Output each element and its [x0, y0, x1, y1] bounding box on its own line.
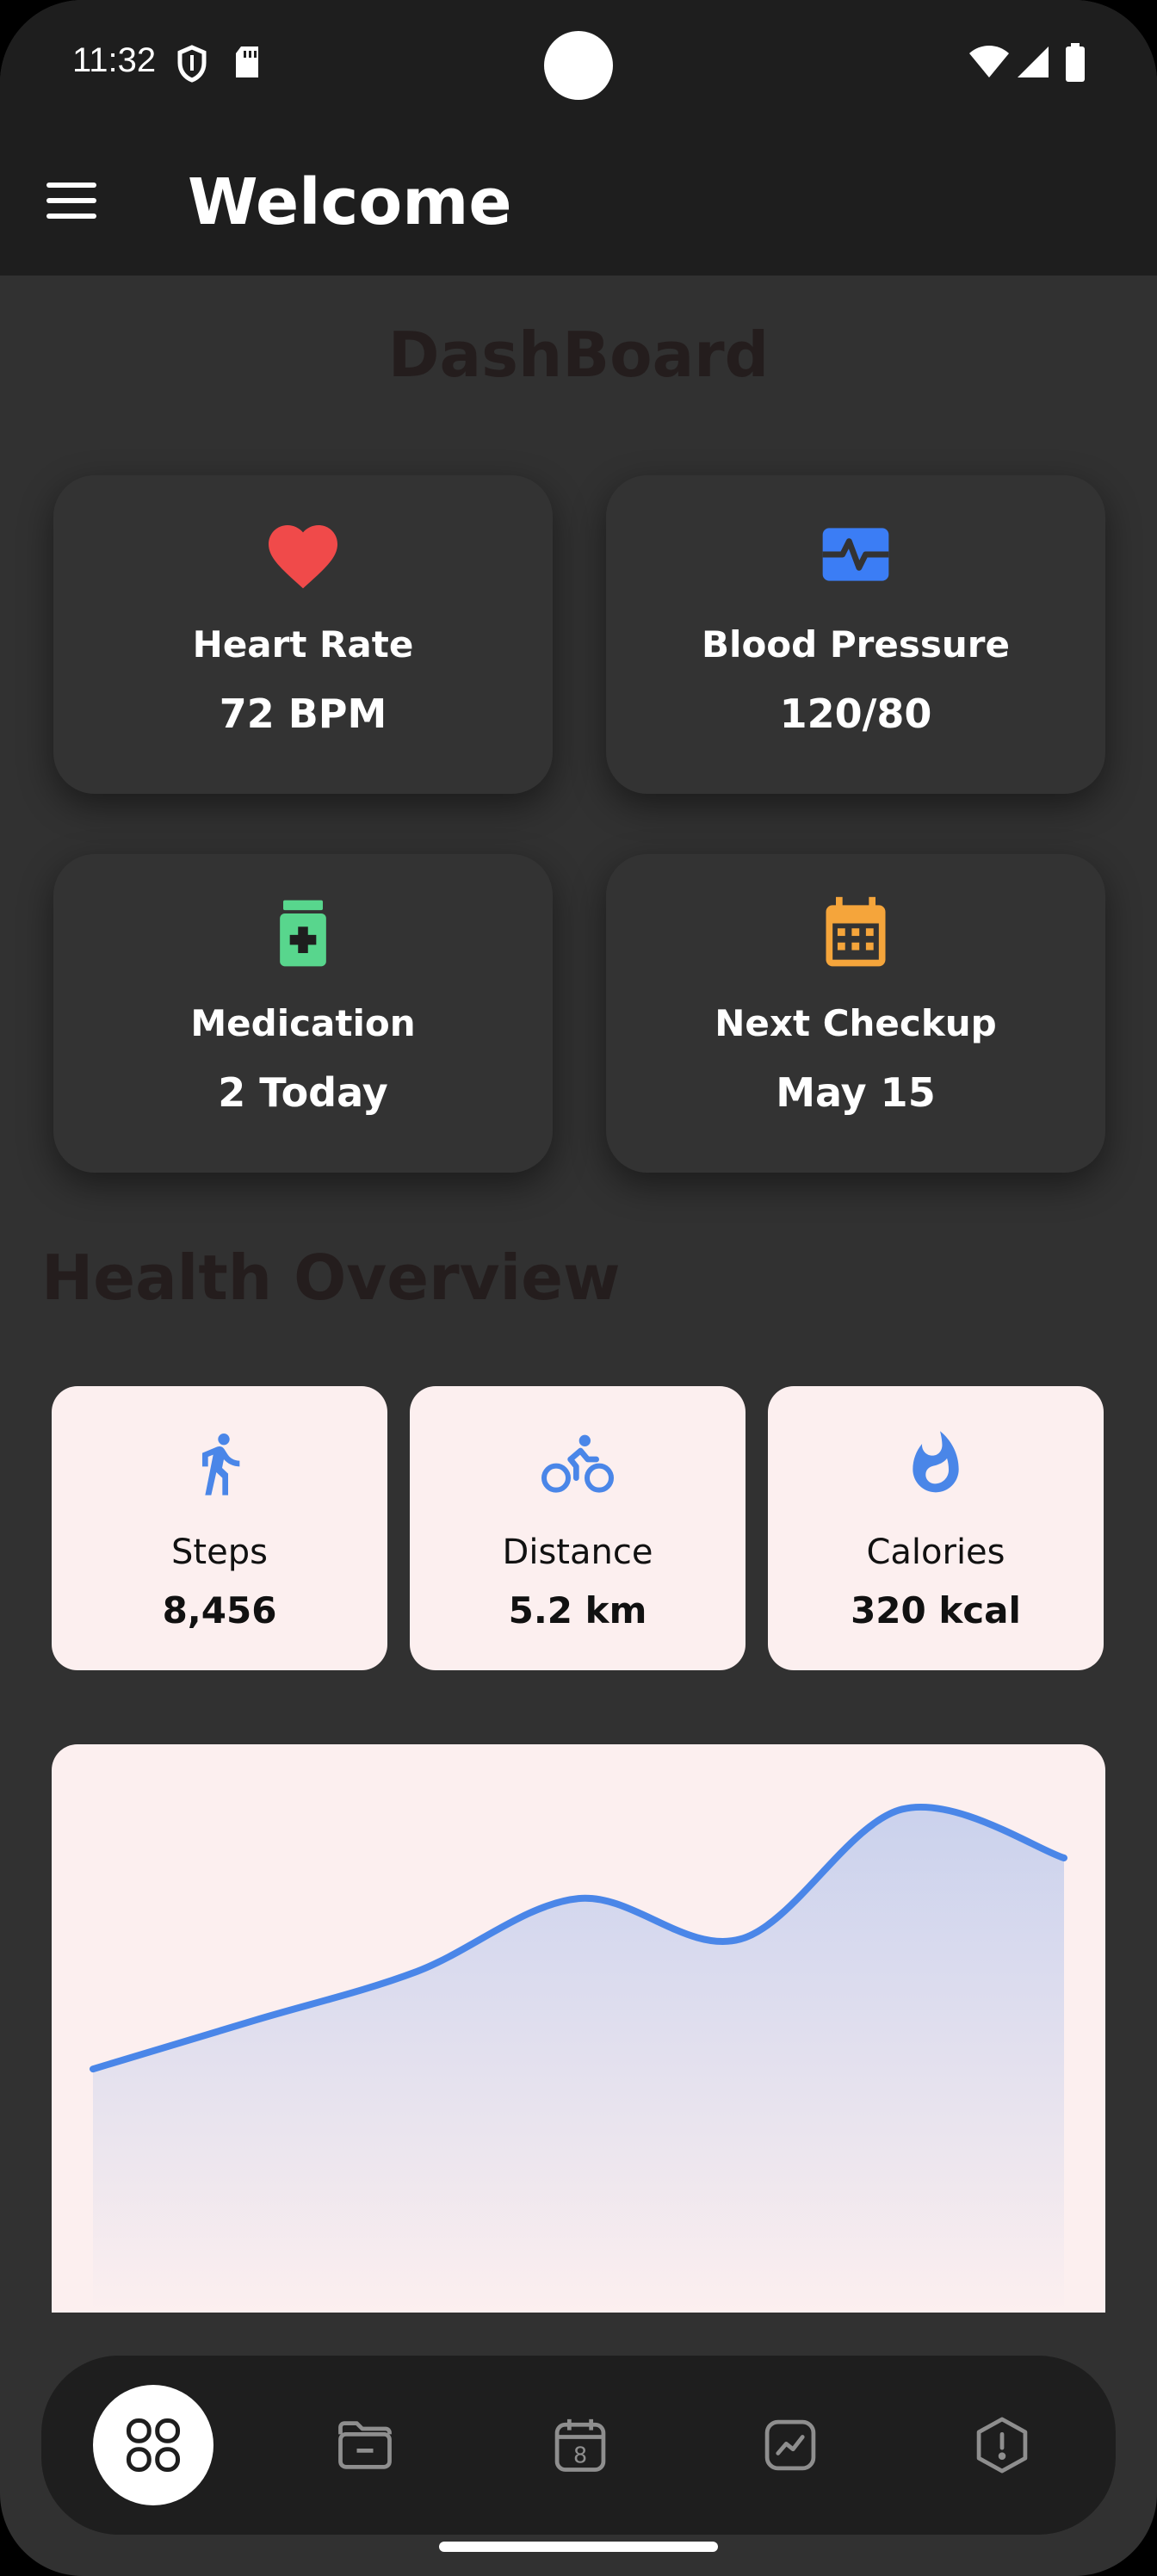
nav-records[interactable] — [305, 2385, 425, 2505]
battery-icon — [1066, 43, 1085, 82]
blood-pressure-card[interactable]: Blood Pressure 120/80 — [606, 475, 1105, 794]
card-value: 120/80 — [779, 690, 932, 737]
calendar-icon — [826, 896, 886, 967]
distance-card[interactable]: Distance 5.2 km — [410, 1386, 746, 1670]
nav-analytics[interactable] — [730, 2385, 851, 2505]
calories-value: 320 kcal — [851, 1589, 1021, 1632]
heart-icon — [269, 525, 337, 589]
calories-label: Calories — [866, 1533, 1005, 1572]
calendar-8-icon: 8 — [554, 2418, 606, 2472]
folder-icon — [338, 2421, 392, 2469]
card-label: Next Checkup — [715, 1002, 997, 1044]
chart-icon — [764, 2419, 816, 2471]
camera-cutout — [544, 31, 613, 100]
menu-icon[interactable] — [46, 183, 96, 222]
card-value: 2 Today — [218, 1069, 388, 1116]
card-label: Blood Pressure — [702, 623, 1010, 666]
next-checkup-card[interactable]: Next Checkup May 15 — [606, 854, 1105, 1173]
health-area-chart — [90, 1804, 1067, 2313]
medication-icon — [280, 900, 326, 967]
page-title: Welcome — [188, 165, 512, 239]
card-value: 72 BPM — [219, 690, 387, 737]
nav-calendar[interactable]: 8 — [520, 2385, 640, 2505]
nav-alerts[interactable] — [942, 2385, 1062, 2505]
walk-icon — [202, 1434, 240, 1495]
steps-card[interactable]: Steps 8,456 — [52, 1386, 387, 1670]
card-value: May 15 — [776, 1069, 936, 1116]
home-indicator[interactable] — [439, 2542, 718, 2552]
chart-area-fill — [93, 1806, 1064, 2313]
card-label: Heart Rate — [192, 623, 414, 666]
phone-screen: 11:32 Welcome DashBoard Heart Rate 72 BP… — [0, 0, 1157, 2576]
bottom-navigation: 8 — [41, 2356, 1116, 2535]
dashboard-title: DashBoard — [387, 319, 770, 391]
steps-value: 8,456 — [162, 1589, 277, 1632]
flame-icon — [913, 1431, 959, 1493]
app-bar: Welcome — [0, 129, 1157, 276]
steps-label: Steps — [171, 1533, 268, 1572]
bike-icon — [541, 1434, 614, 1493]
shield-icon — [177, 45, 207, 83]
status-time: 11:32 — [72, 41, 157, 79]
nav-dashboard[interactable] — [93, 2385, 213, 2505]
status-bar: 11:32 — [0, 0, 1157, 129]
sd-card-icon — [236, 46, 258, 77]
heart-rate-card[interactable]: Heart Rate 72 BPM — [53, 475, 553, 794]
alert-icon — [976, 2417, 1028, 2474]
monitor-heart-icon — [822, 528, 889, 581]
health-overview-title: Health Overview — [41, 1242, 621, 1314]
svg-text:8: 8 — [573, 2443, 587, 2468]
distance-label: Distance — [502, 1533, 653, 1572]
medication-card[interactable]: Medication 2 Today — [53, 854, 553, 1173]
health-chart-card — [52, 1744, 1105, 2313]
grid-icon — [126, 2418, 181, 2473]
distance-value: 5.2 km — [508, 1589, 647, 1632]
calories-card[interactable]: Calories 320 kcal — [768, 1386, 1104, 1670]
wifi-icon — [969, 46, 1009, 77]
cellular-signal-icon — [1018, 46, 1049, 77]
card-label: Medication — [190, 1002, 416, 1044]
